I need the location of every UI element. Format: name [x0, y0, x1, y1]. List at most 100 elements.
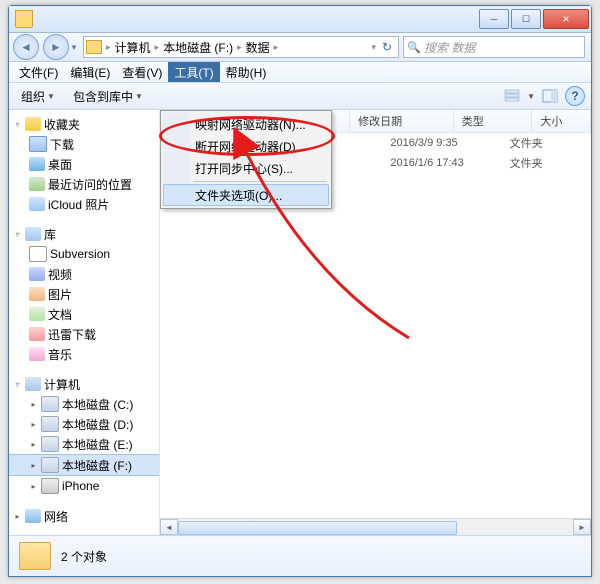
- view-options-button[interactable]: [503, 87, 521, 105]
- breadcrumb-segment[interactable]: 本地磁盘 (F:): [161, 39, 235, 56]
- scroll-left-button[interactable]: ◄: [160, 519, 178, 535]
- drive-icon: [41, 416, 59, 432]
- breadcrumb-segment[interactable]: 数据: [244, 39, 272, 56]
- chevron-right-icon: ▸: [29, 482, 38, 491]
- chevron-right-icon: ▸: [29, 461, 38, 470]
- file-list-pane: 名称 修改日期 类型 大小 2016/3/9 9:35 文件夹 2016/1/6…: [160, 110, 591, 535]
- column-date[interactable]: 修改日期: [350, 110, 454, 132]
- folder-icon: [29, 136, 47, 152]
- chevron-down-icon[interactable]: ▾: [371, 42, 376, 53]
- back-button[interactable]: ◄: [13, 34, 39, 60]
- menu-tools[interactable]: 工具(T): [168, 62, 219, 82]
- toolbar: 组织 ▼ 包含到库中 ▼ ▼ ?: [9, 83, 591, 110]
- nav-bar: ◄ ► ▼ ▸ 计算机 ▸ 本地磁盘 (F:) ▸ 数据 ▸ ▾ ↻ 🔍 搜索 …: [9, 33, 591, 62]
- chevron-right-icon: ▸: [274, 42, 279, 53]
- chevron-down-icon[interactable]: ▼: [527, 92, 535, 101]
- folder-icon: [19, 542, 51, 570]
- folder-icon: [86, 40, 102, 54]
- help-button[interactable]: ?: [565, 86, 585, 106]
- chevron-right-icon: ▸: [29, 440, 38, 449]
- drive-icon: [41, 436, 59, 452]
- tree-documents[interactable]: 文档: [9, 304, 159, 324]
- phone-icon: [41, 478, 59, 494]
- chevron-down-icon: ▼: [135, 92, 143, 101]
- horizontal-scrollbar[interactable]: ◄ ►: [160, 518, 591, 535]
- tree-desktop[interactable]: 桌面: [9, 154, 159, 174]
- forward-button[interactable]: ►: [43, 34, 69, 60]
- status-text: 2 个对象: [61, 548, 107, 565]
- network-icon: [25, 509, 41, 523]
- chevron-down-icon: ▿: [13, 380, 22, 389]
- menu-separator: [193, 181, 327, 182]
- tree-drive-e[interactable]: ▸本地磁盘 (E:): [9, 434, 159, 454]
- search-icon: 🔍: [407, 40, 421, 54]
- chevron-down-icon: ▿: [13, 230, 22, 239]
- minimize-button[interactable]: ─: [479, 9, 509, 29]
- desktop-icon: [29, 157, 45, 171]
- music-icon: [29, 347, 45, 361]
- cloud-icon: [29, 197, 45, 211]
- chevron-right-icon: ▸: [155, 42, 160, 53]
- tree-libraries[interactable]: ▿库: [9, 224, 159, 244]
- column-type[interactable]: 类型: [454, 110, 533, 132]
- tree-downloads[interactable]: 下载: [9, 134, 159, 154]
- search-input[interactable]: 🔍 搜索 数据: [403, 36, 585, 58]
- refresh-button[interactable]: ↻: [378, 40, 396, 54]
- tree-recent[interactable]: 最近访问的位置: [9, 174, 159, 194]
- include-in-library-button[interactable]: 包含到库中 ▼: [67, 86, 149, 107]
- subversion-icon: [29, 246, 47, 262]
- tree-subversion[interactable]: Subversion: [9, 244, 159, 264]
- star-icon: [25, 117, 41, 131]
- tree-network[interactable]: ▸网络: [9, 506, 159, 526]
- menu-map-network-drive[interactable]: 映射网络驱动器(N)...: [163, 113, 329, 135]
- tree-iphone[interactable]: ▸iPhone: [9, 476, 159, 496]
- breadcrumb-segment[interactable]: 计算机: [113, 39, 153, 56]
- tree-favorites[interactable]: ▿收藏夹: [9, 114, 159, 134]
- explorer-window: ─ ☐ ✕ ◄ ► ▼ ▸ 计算机 ▸ 本地磁盘 (F:) ▸ 数据 ▸ ▾ ↻…: [8, 5, 592, 577]
- window-folder-icon: [15, 10, 33, 28]
- title-bar: ─ ☐ ✕: [9, 6, 591, 33]
- tree-drive-c[interactable]: ▸本地磁盘 (C:): [9, 394, 159, 414]
- document-icon: [29, 307, 45, 321]
- breadcrumb[interactable]: ▸ 计算机 ▸ 本地磁盘 (F:) ▸ 数据 ▸ ▾ ↻: [83, 36, 399, 58]
- recent-icon: [29, 177, 45, 191]
- tree-music[interactable]: 音乐: [9, 344, 159, 364]
- scroll-right-button[interactable]: ►: [573, 519, 591, 535]
- chevron-right-icon: ▸: [29, 420, 38, 429]
- computer-icon: [25, 377, 41, 391]
- tree-drive-f[interactable]: ▸本地磁盘 (F:): [9, 454, 159, 476]
- download-icon: [29, 327, 45, 341]
- menu-view[interactable]: 查看(V): [116, 62, 168, 82]
- menu-edit[interactable]: 编辑(E): [64, 62, 116, 82]
- tree-computer[interactable]: ▿计算机: [9, 374, 159, 394]
- content-area: ▿收藏夹 下载 桌面 最近访问的位置 iCloud 照片 ▿库 Subversi…: [9, 110, 591, 535]
- tools-menu-dropdown: 映射网络驱动器(N)... 断开网络驱动器(D)... 打开同步中心(S)...…: [160, 110, 332, 209]
- drive-icon: [41, 396, 59, 412]
- menu-file[interactable]: 文件(F): [13, 62, 64, 82]
- scroll-track[interactable]: [178, 520, 573, 534]
- tree-xunlei[interactable]: 迅雷下载: [9, 324, 159, 344]
- close-button[interactable]: ✕: [543, 9, 589, 29]
- chevron-right-icon: ▸: [29, 400, 38, 409]
- menu-folder-options[interactable]: 文件夹选项(O)...: [163, 184, 329, 206]
- maximize-button[interactable]: ☐: [511, 9, 541, 29]
- menu-disconnect-network-drive[interactable]: 断开网络驱动器(D)...: [163, 135, 329, 157]
- tree-icloud[interactable]: iCloud 照片: [9, 194, 159, 214]
- chevron-down-icon: ▼: [47, 92, 55, 101]
- tree-videos[interactable]: 视频: [9, 264, 159, 284]
- menu-open-sync-center[interactable]: 打开同步中心(S)...: [163, 157, 329, 179]
- chevron-right-icon: ▸: [13, 512, 22, 521]
- tree-drive-d[interactable]: ▸本地磁盘 (D:): [9, 414, 159, 434]
- chevron-right-icon: ▸: [106, 42, 111, 53]
- scroll-thumb[interactable]: [178, 521, 457, 535]
- column-size[interactable]: 大小: [532, 110, 591, 132]
- menu-help[interactable]: 帮助(H): [220, 62, 273, 82]
- history-dropdown-button[interactable]: ▼: [69, 43, 79, 52]
- picture-icon: [29, 287, 45, 301]
- tree-pictures[interactable]: 图片: [9, 284, 159, 304]
- chevron-right-icon: ▸: [237, 42, 242, 53]
- organize-button[interactable]: 组织 ▼: [15, 86, 61, 107]
- library-icon: [25, 227, 41, 241]
- video-icon: [29, 267, 45, 281]
- preview-pane-button[interactable]: [541, 87, 559, 105]
